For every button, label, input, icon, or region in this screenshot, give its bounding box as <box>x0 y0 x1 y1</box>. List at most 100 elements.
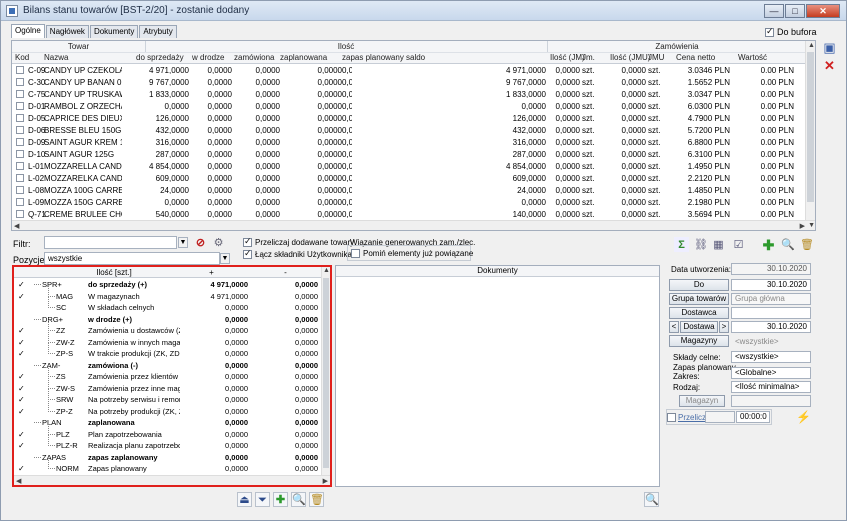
tree-row[interactable]: DRG+ w drodze (+) 0,0000 0,0000 <box>14 314 322 325</box>
tree-search-icon[interactable]: 🔍 <box>291 492 306 507</box>
tree-scroll-left-icon[interactable]: ◀ <box>16 477 21 485</box>
przelicz-link[interactable]: Przelicz <box>678 413 706 422</box>
tree-row[interactable]: ✓ZSZamówienia przez klientów (ZS0,00000,… <box>14 366 322 382</box>
row-checkbox[interactable] <box>16 162 24 170</box>
tree-row-check[interactable]: ✓ <box>18 326 25 335</box>
row-checkbox[interactable] <box>16 114 24 122</box>
tree-row[interactable]: ZAM-zamówiona (-) 0,0000 0,0000 <box>14 360 322 371</box>
rodzaj-select[interactable]: <Ilość minimalna> <box>731 381 811 393</box>
do-button[interactable]: Do <box>669 279 729 291</box>
tree-row[interactable]: ✓ NORM Zapas planowany 0,0000 0,0000 <box>14 458 322 474</box>
row-checkbox[interactable] <box>16 66 24 74</box>
save-icon[interactable]: ▣ <box>822 41 837 56</box>
magazyn-button[interactable]: Magazyn <box>679 395 725 407</box>
col-cena-netto[interactable]: Cena netto <box>676 53 715 62</box>
tab-ogolne[interactable]: Ogólne <box>11 24 45 38</box>
tree-row[interactable]: ZAPAS zapas zaplanowany 0,0000 0,0000 <box>14 452 322 463</box>
filtr-dropdown-icon[interactable]: ▼ <box>178 237 188 248</box>
tab-naglowek[interactable]: Nagłówek <box>45 25 89 38</box>
tree-row-check[interactable]: ✓ <box>18 441 25 450</box>
table-row[interactable]: L-02MOZZARELKA CANDIA 1!609,00000,00000,… <box>12 173 807 185</box>
cancel-icon[interactable]: ✕ <box>822 59 837 74</box>
lightning-icon[interactable]: ⚡ <box>795 409 811 424</box>
przeliczaj-checkbox[interactable]: Przeliczaj dodawane towary <box>243 236 354 247</box>
tab-atrybuty[interactable]: Atrybuty <box>139 25 177 38</box>
tree-row-check[interactable]: ✓ <box>18 292 25 301</box>
row-checkbox[interactable] <box>16 126 24 134</box>
grid-horizontal-scrollbar[interactable]: ◀ ▶ ▼ <box>12 220 815 230</box>
row-checkbox[interactable] <box>16 78 24 86</box>
dostawa-next-button[interactable]: > <box>719 321 729 333</box>
tree-row-check[interactable]: ✓ <box>18 349 25 358</box>
pomin-checkbox[interactable]: Pomiń elementy już powiązane <box>351 249 473 258</box>
tree-scroll-up-icon[interactable]: ▲ <box>323 267 330 274</box>
dostawa-prev-button[interactable]: < <box>669 321 679 333</box>
generate-icon[interactable]: ☑ <box>731 237 746 252</box>
row-checkbox[interactable] <box>16 186 24 194</box>
grupa-towarow-button[interactable]: Grupa towarów <box>669 293 729 305</box>
table-row[interactable]: D-09SAINT AGUR KREM 150G316,00000,00000,… <box>12 137 807 149</box>
maximize-button[interactable]: □ <box>785 4 805 18</box>
przelicz-check[interactable] <box>667 413 676 422</box>
magazyny-button[interactable]: Magazyny <box>669 335 729 347</box>
col-do-sprzedazy[interactable]: do sprzedaży <box>136 53 184 62</box>
pozycje-select[interactable]: wszystkie <box>44 252 220 265</box>
table-row[interactable]: D-06 BRESSE BLEU 150G 432,0000 0,0000 0,0000… <box>12 125 807 137</box>
tree-delete-icon[interactable]: 🗑 <box>309 492 324 507</box>
sklady-celne-select[interactable]: <wszystkie> <box>731 351 811 363</box>
tree-row[interactable]: ✓ PLZ Plan zapotrzebowania 0,0000 0,0000 <box>14 423 322 440</box>
row-checkbox[interactable] <box>16 102 24 110</box>
table-row[interactable]: C-30CANDY UP BANAN 0,5L9 767,00000,00000… <box>12 77 807 89</box>
table-row[interactable]: D-05CAPRICE DES DIEUX 125126,00000,00000… <box>12 113 807 125</box>
add-icon[interactable]: ✚ <box>761 237 776 252</box>
collapse-icon[interactable]: ⏷ <box>255 492 270 507</box>
col-ilosc-jm[interactable]: Ilość (JM) <box>550 53 585 62</box>
col-nazwa[interactable]: Nazwa <box>44 53 68 62</box>
scroll-down-icon[interactable]: ▼ <box>808 222 815 229</box>
col-saldo[interactable]: saldo <box>406 53 425 62</box>
table-row[interactable]: L-08MOZZA 100G CARREF 1024,00000,00000,0… <box>12 185 807 197</box>
col-zapas-planowany[interactable]: zapas planowany <box>342 53 404 62</box>
tree-row[interactable]: ✓ ZP-S W trakcie produkcji (ZK, ZD, Z 0,000… <box>14 343 322 359</box>
close-button[interactable]: ✕ <box>806 4 840 18</box>
do-date[interactable]: 30.10.2020 <box>731 279 811 291</box>
do-bufora-checkbox[interactable]: Do bufora <box>765 26 817 37</box>
table-row[interactable]: L-01MOZZARELLA CANDIA 104 854,00000,0000… <box>12 161 807 173</box>
row-checkbox[interactable] <box>16 174 24 182</box>
tree-row-check[interactable]: ✓ <box>18 280 25 289</box>
tree-row-check[interactable]: ✓ <box>18 430 25 439</box>
row-checkbox[interactable] <box>16 198 24 206</box>
table-row[interactable]: C-09CANDY UP CZEKOLADA 14 971,00000,0000… <box>12 65 807 77</box>
dostawca-value[interactable] <box>731 307 811 319</box>
table-row[interactable]: D-01RAMBOL Z ORZECHAMI 10,00000,00000,00… <box>12 101 807 113</box>
minimize-button[interactable]: — <box>764 4 784 18</box>
row-checkbox[interactable] <box>16 90 24 98</box>
tree-row[interactable]: PLAN zaplanowana 0,0000 0,0000 <box>14 417 322 428</box>
tree-row[interactable]: ✓ ZZ Zamówienia u dostawców (ZZ) 0,0000 0,00… <box>14 320 322 336</box>
przeliczaj-check[interactable] <box>243 236 252 247</box>
magazyn-select[interactable] <box>731 395 811 407</box>
tree-row-check[interactable]: ✓ <box>18 384 25 393</box>
tree-row[interactable]: ✓ ZW-S Zamówienia przez inne magaz 0,0000 0,… <box>14 377 322 394</box>
tree-row[interactable]: ✓ZW-ZZamówienia w innych magazyn0,00000,… <box>14 331 322 348</box>
grid-vertical-scrollbar[interactable]: ▲ <box>805 41 815 221</box>
table-row[interactable]: D-10 SAINT AGUR 125G 287,0000 0,0000 0,0000 0… <box>12 149 807 161</box>
przelicz-time[interactable]: 00:00:0 <box>736 411 770 423</box>
dostawca-button[interactable]: Dostawca <box>669 307 729 319</box>
tree-scroll-right-icon[interactable]: ▶ <box>323 477 328 485</box>
col-kod[interactable]: Kod <box>15 53 29 62</box>
laczenie-check[interactable] <box>243 248 252 259</box>
tree-row-check[interactable]: ✓ <box>18 407 25 416</box>
scroll-left-icon[interactable]: ◀ <box>14 222 19 230</box>
clear-filter-icon[interactable]: ⊘ <box>193 235 208 250</box>
row-checkbox[interactable] <box>16 210 24 218</box>
filter-builder-icon[interactable]: ⚙ <box>211 235 226 250</box>
table-row[interactable]: C-75CANDY UP TRUSKAWKA1 833,00000,00000,… <box>12 89 807 101</box>
delete-icon[interactable]: 🗑 <box>799 237 814 252</box>
zakres-select[interactable]: <Globalne> <box>731 367 811 379</box>
row-checkbox[interactable] <box>16 150 24 158</box>
tree-row-check[interactable]: ✓ <box>18 372 25 381</box>
col-zamowiona[interactable]: zamówiona <box>234 53 274 62</box>
filtr-input[interactable] <box>44 236 177 249</box>
tree-horizontal-scrollbar[interactable]: ◀ ▶ <box>14 475 330 485</box>
